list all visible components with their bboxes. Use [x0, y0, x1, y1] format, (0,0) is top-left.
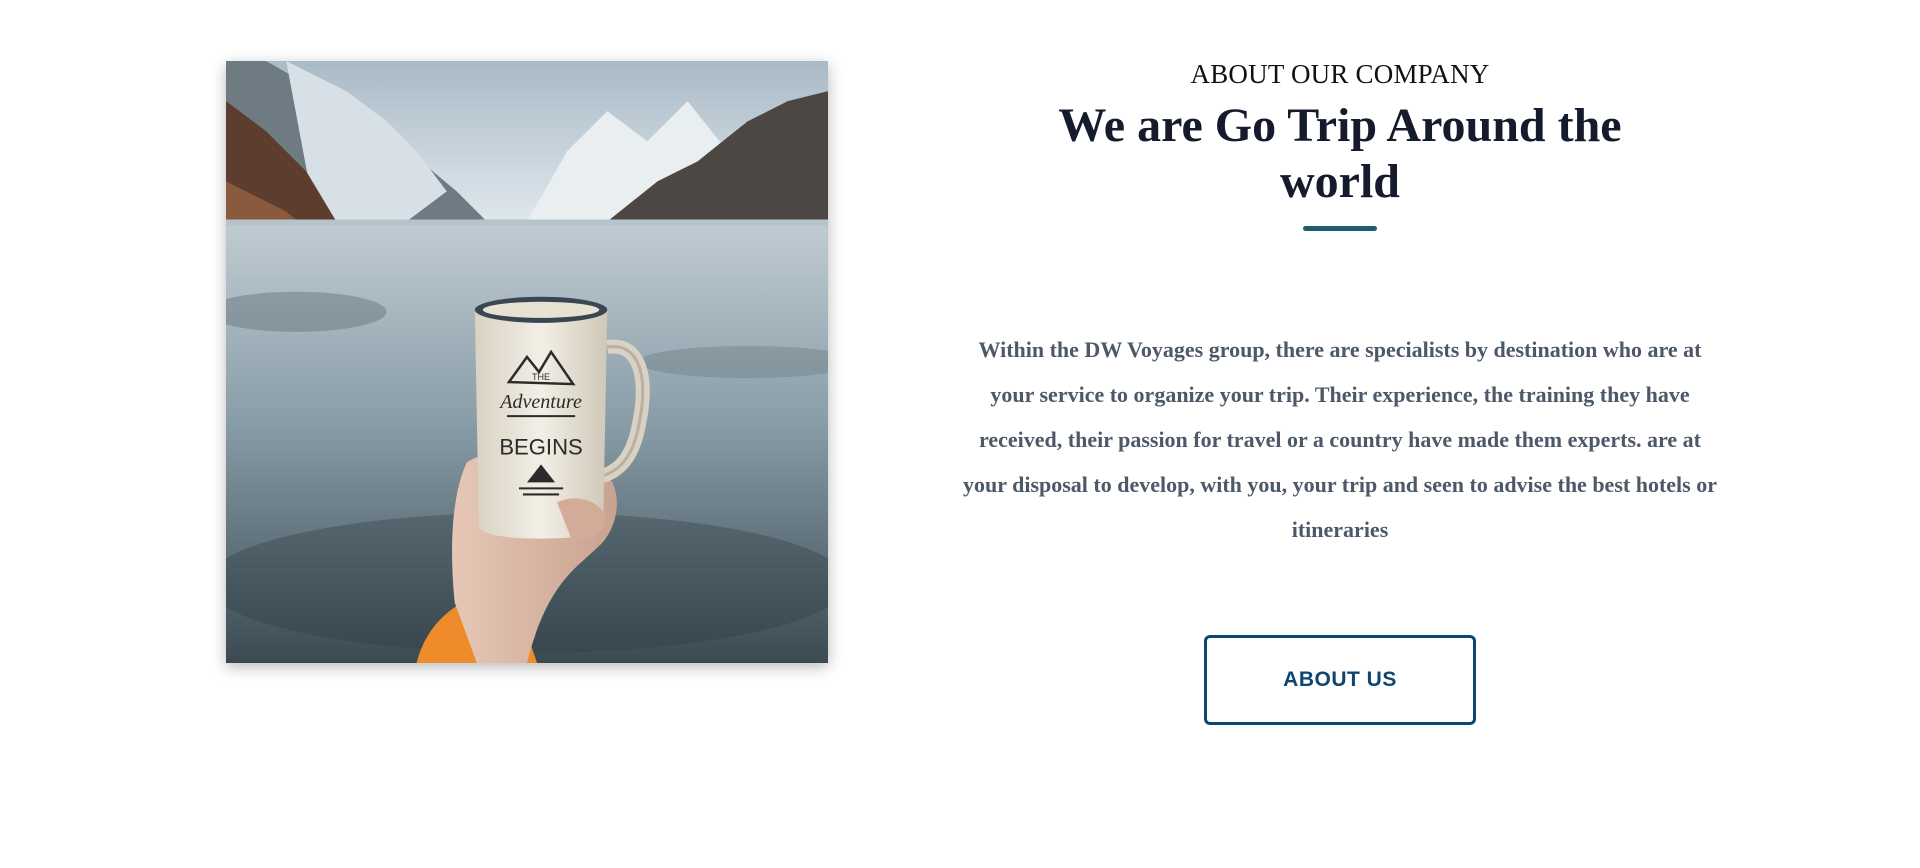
title-underline — [1303, 226, 1377, 231]
about-section: THE Adventure BEGINS ABOUT OUR COMPANY W… — [0, 0, 1920, 868]
about-photo: THE Adventure BEGINS — [226, 61, 828, 663]
mug-text-the: THE — [532, 372, 550, 382]
mug-text-adventure: Adventure — [498, 391, 582, 413]
about-description: Within the DW Voyages group, there are s… — [963, 337, 1717, 542]
about-text-column: ABOUT OUR COMPANY We are Go Trip Around … — [936, 58, 1744, 725]
mug-text-begins: BEGINS — [499, 434, 582, 459]
about-us-button[interactable]: ABOUT US — [1204, 635, 1476, 725]
section-title: We are Go Trip Around the world — [1058, 99, 1622, 208]
mug-lake-photo: THE Adventure BEGINS — [226, 61, 828, 663]
section-eyebrow: ABOUT OUR COMPANY — [1190, 59, 1490, 89]
